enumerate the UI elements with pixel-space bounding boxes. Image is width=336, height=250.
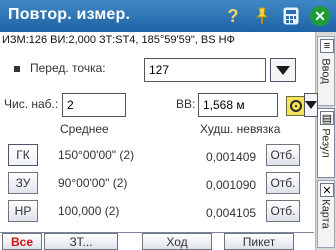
side-tab-bar: ≡ Ввод ▤ Резул ✕ Карта xyxy=(315,32,336,250)
front-point-dropdown-button[interactable] xyxy=(270,58,296,82)
status-info-line: ИЗМ:126 ВИ:2,000 ЗТ:ST4, 185°59'59", BS … xyxy=(2,34,235,46)
height-chevron-down-icon xyxy=(305,101,317,109)
count-field[interactable]: 2 xyxy=(62,93,126,117)
hz-worst-value: 0,001409 xyxy=(206,150,257,164)
station-button[interactable]: ЗТ... xyxy=(44,233,118,250)
tab-input[interactable]: ≡ Ввод xyxy=(317,36,335,106)
distance-discard-button[interactable]: Отб. xyxy=(266,200,300,222)
distance-worst-value: 0,004105 xyxy=(206,206,257,220)
titlebar-icons: ? ✕ xyxy=(223,5,330,27)
picket-button[interactable]: Пикет xyxy=(224,233,294,250)
calculator-icon[interactable] xyxy=(281,6,301,26)
title-bar: Повтор. измер. ? ✕ xyxy=(0,0,336,32)
window-title: Повтор. измер. xyxy=(8,6,131,23)
target-icon[interactable] xyxy=(286,96,306,116)
app-window: Повтор. измер. ? ✕ ИЗМ:126 ВИ:2,000 ЗТ:S… xyxy=(0,0,336,250)
hz-mean-value: 150°00'00" (2) xyxy=(58,148,135,162)
column-header-worst: Худш. невязка xyxy=(200,122,281,136)
tab-map[interactable]: ✕ Карта xyxy=(317,180,335,248)
all-button[interactable]: Все xyxy=(2,233,42,250)
hz-angle-button[interactable]: ГК xyxy=(8,144,38,166)
slope-distance-button[interactable]: НР xyxy=(8,200,38,222)
tab-map-label: Карта xyxy=(320,199,332,229)
traverse-button[interactable]: Ход xyxy=(142,233,212,250)
front-point-field[interactable]: 127 xyxy=(144,58,266,82)
input-tab-icon: ≡ xyxy=(320,39,334,53)
chevron-down-icon xyxy=(276,65,290,75)
map-tab-icon: ✕ xyxy=(320,183,334,197)
close-icon[interactable]: ✕ xyxy=(310,6,330,26)
zenith-discard-button[interactable]: Отб. xyxy=(266,172,300,194)
zenith-angle-button[interactable]: ЗУ xyxy=(8,172,38,194)
question-icon[interactable]: ? xyxy=(223,6,243,26)
results-tab-icon: ▤ xyxy=(320,111,334,125)
distance-mean-value: 100,000 (2) xyxy=(58,204,120,218)
tab-input-label: Ввод xyxy=(320,58,333,84)
tab-results[interactable]: ▤ Резул xyxy=(317,108,335,178)
count-label: Чис. наб.: xyxy=(4,97,59,111)
tab-results-label: Резул xyxy=(320,128,333,158)
height-label: ВВ: xyxy=(176,97,196,111)
front-point-bullet-icon xyxy=(14,66,20,72)
front-point-label: Перед. точка: xyxy=(30,61,106,75)
hz-discard-button[interactable]: Отб. xyxy=(266,144,300,166)
column-header-mean: Среднее xyxy=(60,122,109,136)
zenith-worst-value: 0,001090 xyxy=(206,178,257,192)
height-field[interactable]: 1,568 м xyxy=(198,93,278,117)
pin-icon[interactable] xyxy=(252,6,272,26)
height-dropdown-button[interactable] xyxy=(304,93,318,117)
zenith-mean-value: 90°00'00" (2) xyxy=(58,176,128,190)
